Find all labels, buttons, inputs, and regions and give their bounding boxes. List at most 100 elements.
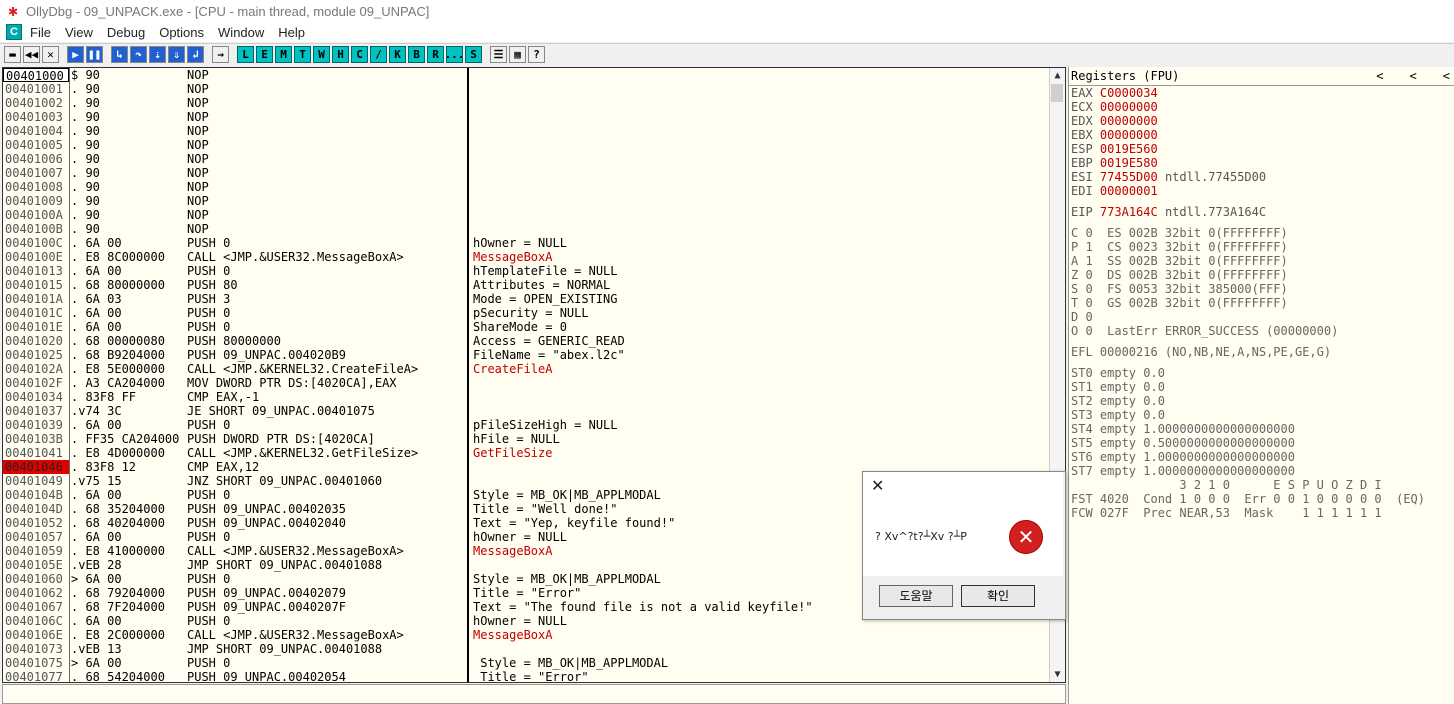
ok-button[interactable]: 확인 bbox=[961, 585, 1035, 607]
goto-icon[interactable]: → bbox=[212, 46, 229, 63]
disasm-address[interactable]: 00401052 bbox=[3, 516, 69, 530]
disasm-address[interactable]: 00401009 bbox=[3, 194, 69, 208]
toolbar-references-button[interactable]: R bbox=[427, 46, 444, 63]
disasm-address[interactable]: 0040106C bbox=[3, 614, 69, 628]
step-over-icon[interactable]: ↷ bbox=[130, 46, 147, 63]
disasm-address[interactable]: 0040103B bbox=[3, 432, 69, 446]
scroll-down-icon[interactable]: ▼ bbox=[1050, 667, 1065, 682]
disasm-address[interactable]: 00401046 bbox=[3, 460, 69, 474]
disasm-address[interactable]: 00401002 bbox=[3, 96, 69, 110]
disasm-address[interactable]: 00401013 bbox=[3, 264, 69, 278]
trace-over-icon[interactable]: ⇓ bbox=[168, 46, 185, 63]
registers-prev-icon[interactable]: < bbox=[1443, 69, 1450, 83]
pause-icon[interactable]: ❚❚ bbox=[86, 46, 103, 63]
toolbar-breakpoints-button[interactable]: B bbox=[408, 46, 425, 63]
disasm-address[interactable]: 00401039 bbox=[3, 418, 69, 432]
toolbar-memory-button[interactable]: M bbox=[275, 46, 292, 63]
disasm-address[interactable]: 00401062 bbox=[3, 586, 69, 600]
disasm-address[interactable]: 0040102F bbox=[3, 376, 69, 390]
disasm-address[interactable]: 00401001 bbox=[3, 82, 69, 96]
restart-icon[interactable]: ◀◀ bbox=[23, 46, 40, 63]
register-eax[interactable]: EAX C0000034 bbox=[1069, 86, 1454, 100]
toolbar-patches-button[interactable]: / bbox=[370, 46, 387, 63]
menu-options[interactable]: Options bbox=[159, 25, 204, 40]
register-edx[interactable]: EDX 00000000 bbox=[1069, 114, 1454, 128]
execute-till-return-icon[interactable]: ↲ bbox=[187, 46, 204, 63]
disasm-address[interactable]: 00401025 bbox=[3, 348, 69, 362]
disasm-address[interactable]: 00401059 bbox=[3, 544, 69, 558]
disasm-address[interactable]: 0040100A bbox=[3, 208, 69, 222]
scroll-thumb[interactable] bbox=[1051, 84, 1063, 102]
step-into-icon[interactable]: ↳ bbox=[111, 46, 128, 63]
disasm-address[interactable]: 0040101E bbox=[3, 320, 69, 334]
register-ecx[interactable]: ECX 00000000 bbox=[1069, 100, 1454, 114]
disasm-address[interactable]: 00401067 bbox=[3, 600, 69, 614]
menu-window[interactable]: Window bbox=[218, 25, 264, 40]
disasm-instruction: NOP bbox=[187, 194, 209, 208]
toolbar-cpu-button[interactable]: C bbox=[351, 46, 368, 63]
disasm-address[interactable]: 00401003 bbox=[3, 110, 69, 124]
menu-file[interactable]: File bbox=[30, 25, 51, 40]
disasm-address[interactable]: 0040101C bbox=[3, 306, 69, 320]
disasm-address[interactable]: 00401004 bbox=[3, 124, 69, 138]
run-icon[interactable]: ▶ bbox=[67, 46, 84, 63]
disasm-address[interactable]: 0040100E bbox=[3, 250, 69, 264]
disasm-address[interactable]: 00401049 bbox=[3, 474, 69, 488]
disasm-address[interactable]: 00401007 bbox=[3, 166, 69, 180]
disasm-address[interactable]: 00401020 bbox=[3, 334, 69, 348]
help-icon[interactable]: ? bbox=[528, 46, 545, 63]
disasm-address[interactable]: 00401000 bbox=[3, 68, 69, 83]
toolbar-modules-button[interactable]: E bbox=[256, 46, 273, 63]
toolbar-threads-button[interactable]: T bbox=[294, 46, 311, 63]
close-icon[interactable]: ✕ bbox=[871, 476, 884, 495]
disasm-address[interactable]: 0040106E bbox=[3, 628, 69, 642]
disasm-address[interactable]: 0040100C bbox=[3, 236, 69, 250]
disasm-address[interactable]: 0040104B bbox=[3, 488, 69, 502]
disasm-address[interactable]: 00401077 bbox=[3, 670, 69, 682]
registers-prev-icon[interactable]: < bbox=[1376, 69, 1383, 83]
close-icon[interactable]: ✕ bbox=[42, 46, 59, 63]
disasm-address[interactable]: 0040104D bbox=[3, 502, 69, 516]
toolbar-log-button[interactable]: L bbox=[237, 46, 254, 63]
toolbar-handles-button[interactable]: H bbox=[332, 46, 349, 63]
grid-icon[interactable]: ▦ bbox=[509, 46, 526, 63]
disasm-address[interactable]: 00401075 bbox=[3, 656, 69, 670]
disasm-address[interactable]: 0040101A bbox=[3, 292, 69, 306]
menu-view[interactable]: View bbox=[65, 25, 93, 40]
disasm-address[interactable]: 00401060 bbox=[3, 572, 69, 586]
disasm-address[interactable]: 00401073 bbox=[3, 642, 69, 656]
registers-prev-icon[interactable]: < bbox=[1410, 69, 1417, 83]
register-ebx[interactable]: EBX 00000000 bbox=[1069, 128, 1454, 142]
register-ebp[interactable]: EBP 0019E580 bbox=[1069, 156, 1454, 170]
toolbar-callstack-button[interactable]: K bbox=[389, 46, 406, 63]
cpu-window-icon[interactable]: C bbox=[6, 24, 22, 40]
trace-into-icon[interactable]: ⇣ bbox=[149, 46, 166, 63]
disasm-instruction: PUSH 09_UNPAC.004020B9 bbox=[187, 348, 346, 362]
fst-header: 3 2 1 0 E S P U O Z D I bbox=[1071, 478, 1382, 492]
toolbar-runtrace-button[interactable]: ... bbox=[445, 46, 464, 63]
register-esp[interactable]: ESP 0019E560 bbox=[1069, 142, 1454, 156]
disasm-address[interactable]: 00401006 bbox=[3, 152, 69, 166]
toolbar-windows-button[interactable]: W bbox=[313, 46, 330, 63]
disasm-address[interactable]: 00401034 bbox=[3, 390, 69, 404]
disasm-address[interactable]: 00401008 bbox=[3, 180, 69, 194]
disasm-address[interactable]: 00401057 bbox=[3, 530, 69, 544]
disasm-address[interactable]: 00401037 bbox=[3, 404, 69, 418]
disasm-address[interactable]: 0040105E bbox=[3, 558, 69, 572]
disasm-address[interactable]: 00401015 bbox=[3, 278, 69, 292]
menu-debug[interactable]: Debug bbox=[107, 25, 145, 40]
disasm-address[interactable]: 00401041 bbox=[3, 446, 69, 460]
disasm-address[interactable]: 0040102A bbox=[3, 362, 69, 376]
menu-help[interactable]: Help bbox=[278, 25, 305, 40]
help-button[interactable]: 도움말 bbox=[879, 585, 953, 607]
message-box-dialog: ✕ ? Xv^?t?┴Xv ?┴P ✕ 도움말 확인 bbox=[862, 471, 1066, 620]
open-icon[interactable]: ▬ bbox=[4, 46, 21, 63]
register-edi[interactable]: EDI 00000001 bbox=[1069, 184, 1454, 198]
list-icon[interactable]: ☰ bbox=[490, 46, 507, 63]
disasm-address[interactable]: 0040100B bbox=[3, 222, 69, 236]
register-esi[interactable]: ESI 77455D00 ntdll.77455D00 bbox=[1069, 170, 1454, 184]
toolbar-source-button[interactable]: S bbox=[465, 46, 482, 63]
disasm-address[interactable]: 00401005 bbox=[3, 138, 69, 152]
registers-pane[interactable]: Registers (FPU) < < < EAX C0000034 ECX 00… bbox=[1068, 67, 1454, 704]
scroll-up-icon[interactable]: ▲ bbox=[1050, 68, 1065, 83]
